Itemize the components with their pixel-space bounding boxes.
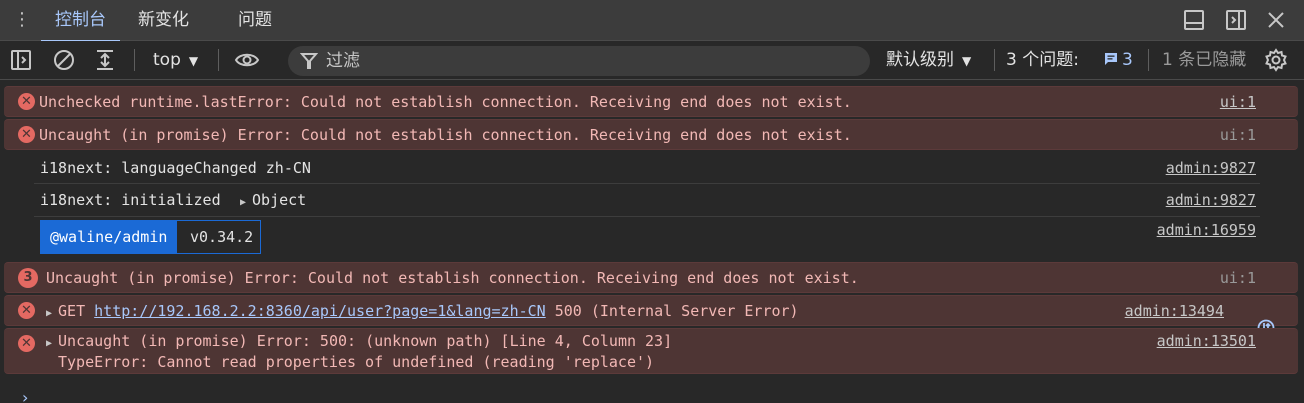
console-message: Uncaught (in promise) Error: 500: (unkno… <box>58 332 673 350</box>
tab-whats-new[interactable]: 新变化 <box>138 0 189 41</box>
waline-version-badge: v0.34.2 <box>175 220 261 254</box>
devtools-tabbar: ⋮ 控制台 新变化 问题 <box>0 0 1304 42</box>
console-message-stack: TypeError: Cannot read properties of und… <box>58 353 655 371</box>
filter-box[interactable] <box>288 46 870 76</box>
chevron-down-icon: ▼ <box>962 54 972 68</box>
filter-input[interactable] <box>326 46 856 76</box>
close-icon[interactable] <box>1264 8 1288 32</box>
error-icon: ✕ <box>18 126 35 143</box>
toolbar-divider <box>1148 49 1149 71</box>
console-info-row: i18next: initialized ▶ Object admin:9827 <box>34 184 1260 217</box>
console-error-row: 3 Uncaught (in promise) Error: Could not… <box>4 262 1298 293</box>
dock-bottom-icon[interactable] <box>1182 8 1206 32</box>
sidebar-toggle-icon[interactable] <box>9 48 33 72</box>
console-info-row: i18next: languageChanged zh-CN admin:982… <box>34 152 1260 184</box>
dock-right-icon[interactable] <box>1224 8 1248 32</box>
request-method: GET <box>58 302 86 320</box>
console-error-row: ✕ Unchecked runtime.lastError: Could not… <box>4 86 1298 117</box>
console-message: Unchecked runtime.lastError: Could not e… <box>39 93 852 111</box>
chevron-down-icon: ▼ <box>188 54 199 68</box>
settings-gear-icon[interactable] <box>1264 48 1288 72</box>
expand-triangle-icon: ▶ <box>46 308 53 319</box>
console-error-row: ✕ ▶ Uncaught (in promise) Error: 500: (un… <box>4 328 1298 374</box>
expand-triangle-icon: ▶ <box>240 197 247 208</box>
live-expression-eye-icon[interactable] <box>234 48 260 72</box>
more-tabs-icon[interactable]: ⋮ <box>12 8 32 32</box>
scroll-to-bottom-icon[interactable] <box>93 48 117 72</box>
tab-issues[interactable]: 问题 <box>238 0 272 41</box>
source-link[interactable]: admin:9827 <box>1166 191 1256 209</box>
source-link[interactable]: ui:1 <box>1220 269 1256 287</box>
toolbar-divider <box>218 49 219 71</box>
console-error-row: ✕ ▶ GET http://192.168.2.2:8360/api/user?… <box>4 295 1298 337</box>
request-url[interactable]: http://192.168.2.2:8360/api/user?page=1&… <box>94 302 546 320</box>
network-request[interactable]: ▶ GET http://192.168.2.2:8360/api/user?pa… <box>46 302 799 320</box>
network-panel-icon[interactable] <box>1238 301 1275 337</box>
source-link[interactable]: admin:9827 <box>1166 159 1256 177</box>
console-message: i18next: languageChanged zh-CN <box>40 159 311 177</box>
error-icon: ✕ <box>18 335 35 352</box>
object-label: Object <box>252 191 307 209</box>
issues-label: 3 个问题: <box>1006 50 1079 70</box>
request-status: 500 (Internal Server Error) <box>554 302 799 320</box>
context-selector[interactable]: top ▼ <box>153 41 198 80</box>
hidden-messages-count: 1 条已隐藏 <box>1162 50 1247 70</box>
console-prompt-icon[interactable]: › <box>22 388 28 403</box>
tab-console[interactable]: 控制台 <box>41 0 120 42</box>
console-toolbar: top ▼ 默认级别 ▼ 3 个问题: 3 1 条已隐藏 <box>0 41 1304 80</box>
log-levels-label: 默认级别 <box>886 50 954 70</box>
clear-console-icon[interactable] <box>52 48 76 72</box>
source-link[interactable]: ui:1 <box>1220 126 1256 144</box>
log-levels-dropdown[interactable]: 默认级别 ▼ <box>886 41 971 80</box>
issues-count: 3 <box>1122 50 1133 70</box>
toolbar-divider <box>994 49 995 71</box>
filter-icon <box>299 52 319 70</box>
console-message: Uncaught (in promise) Error: Could not e… <box>39 126 852 144</box>
expand-triangle-icon: ▶ <box>46 338 53 349</box>
error-expander[interactable]: ▶ Uncaught (in promise) Error: 500: (unkn… <box>46 332 672 350</box>
issues-counter[interactable]: 3 <box>1103 41 1133 80</box>
console-message: Uncaught (in promise) Error: Could not e… <box>46 269 859 287</box>
source-link[interactable]: admin:13494 <box>1125 302 1224 320</box>
toolbar-divider <box>134 49 135 71</box>
repeat-count-badge: 3 <box>18 268 38 288</box>
source-link[interactable]: admin:16959 <box>1157 221 1256 239</box>
object-expander[interactable]: ▶ Object <box>240 191 306 209</box>
source-link[interactable]: admin:13501 <box>1157 332 1256 350</box>
message-icon <box>1105 53 1117 65</box>
console-message: i18next: initialized <box>40 191 221 209</box>
error-icon: ✕ <box>18 302 35 319</box>
waline-name-badge: @waline/admin <box>40 220 178 254</box>
console-error-row: ✕ Uncaught (in promise) Error: Could not… <box>4 119 1298 150</box>
context-label: top <box>153 50 181 70</box>
source-link[interactable]: ui:1 <box>1220 93 1256 111</box>
error-icon: ✕ <box>18 93 35 110</box>
